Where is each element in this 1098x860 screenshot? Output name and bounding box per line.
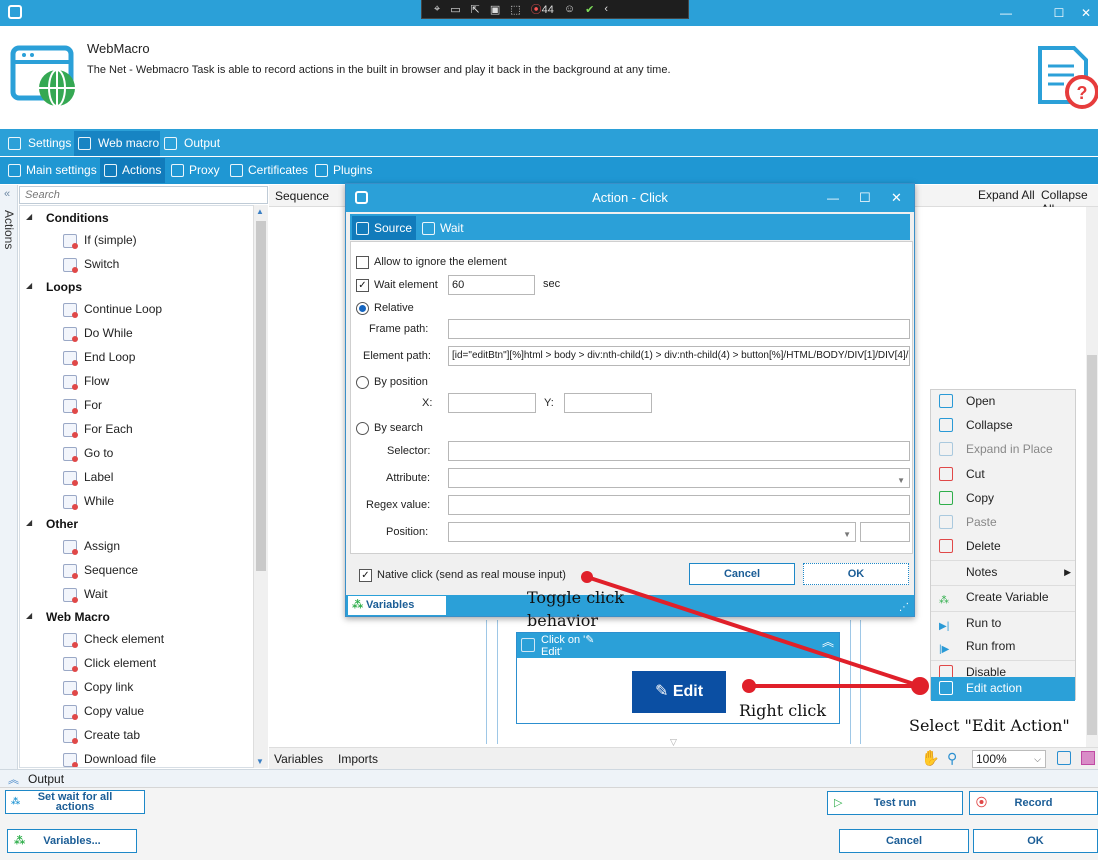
annotation-dot <box>581 571 593 583</box>
annotation-dot <box>742 679 756 693</box>
annotation-select-edit: Select "Edit Action" <box>909 716 1070 735</box>
annotation-dot <box>911 677 929 695</box>
annotation-right-click: Right click <box>739 701 827 720</box>
annotation-toggle-line2: behavior <box>527 611 598 630</box>
annotation-arrow-toggle <box>586 575 921 688</box>
annotation-toggle-line1: Toggle click <box>527 588 625 607</box>
